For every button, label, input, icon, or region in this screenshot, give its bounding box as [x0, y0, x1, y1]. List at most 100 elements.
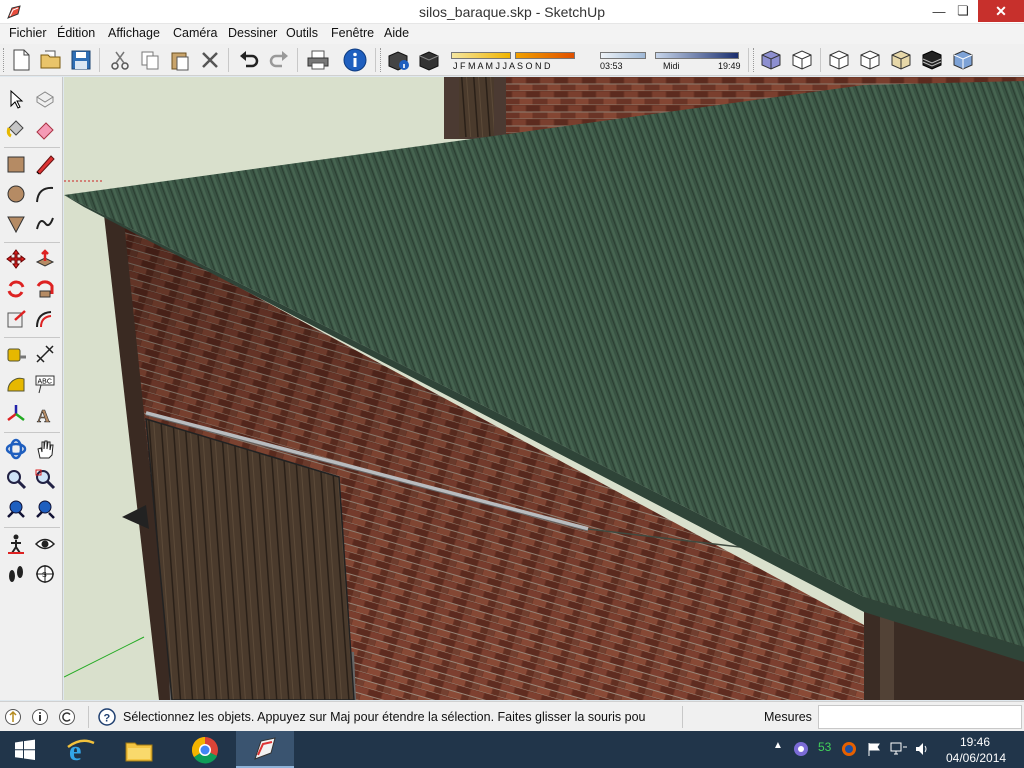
tray-app-icon[interactable]: [793, 741, 809, 757]
offset-icon[interactable]: [32, 306, 58, 332]
eraser-icon[interactable]: [32, 116, 58, 142]
status-message: Sélectionnez les objets. Appuyez sur Maj…: [123, 710, 646, 724]
tray-counter[interactable]: 53: [818, 740, 831, 754]
model-scene: [64, 77, 1024, 700]
polygon-icon[interactable]: [3, 211, 29, 237]
credits-icon[interactable]: [31, 708, 49, 726]
help-icon[interactable]: ?: [98, 708, 116, 726]
clock-date[interactable]: 04/06/2014: [946, 751, 1006, 765]
display-shadows-icon[interactable]: [416, 47, 442, 73]
copyright-icon[interactable]: [58, 708, 76, 726]
internet-explorer-taskbar[interactable]: e: [52, 731, 110, 768]
tape-measure-icon[interactable]: [3, 341, 29, 367]
right-view-icon[interactable]: [857, 47, 883, 73]
3d-text-icon[interactable]: A: [32, 401, 58, 427]
measures-label: Mesures: [764, 710, 812, 724]
axes-icon[interactable]: [3, 401, 29, 427]
follow-me-icon[interactable]: [32, 276, 58, 302]
clock-time[interactable]: 19:46: [960, 735, 990, 749]
svg-text:S: S: [42, 572, 47, 579]
tray-expand-icon[interactable]: ▲: [773, 740, 783, 751]
menu-outils[interactable]: Outils: [284, 26, 320, 40]
close-button[interactable]: ✕: [978, 0, 1024, 22]
file-explorer-taskbar[interactable]: [110, 731, 168, 768]
shadow-settings-icon[interactable]: [385, 47, 411, 73]
previous-view-icon[interactable]: [32, 496, 58, 522]
menu-fenetre[interactable]: Fenêtre: [329, 26, 376, 40]
walk-footprints-icon[interactable]: [3, 561, 29, 587]
text-tool-icon[interactable]: ABC: [32, 371, 58, 397]
tray-firefox-icon[interactable]: [841, 741, 857, 757]
internet-explorer-icon: e: [67, 736, 95, 765]
xray-style-icon[interactable]: [950, 47, 976, 73]
chrome-icon: [191, 736, 218, 763]
shadow-midday-label: Midi: [663, 61, 680, 71]
shadow-time-slider[interactable]: Midi 19:49: [655, 50, 743, 71]
restore-button[interactable]: ❏: [948, 0, 978, 22]
cut-icon[interactable]: [107, 47, 133, 73]
paste-icon[interactable]: [167, 47, 193, 73]
window-title: silos_baraque.skp - SketchUp: [419, 4, 605, 20]
menu-edition[interactable]: Édition: [55, 26, 97, 40]
pan-hand-icon[interactable]: [32, 436, 58, 462]
measures-input[interactable]: [818, 705, 1022, 729]
menu-fichier[interactable]: Fichier: [7, 26, 49, 40]
circle-icon[interactable]: [3, 181, 29, 207]
monochrome-style-icon[interactable]: [919, 47, 945, 73]
save-icon[interactable]: [68, 47, 94, 73]
3d-viewport[interactable]: [64, 77, 1024, 700]
erase-icon[interactable]: [197, 47, 223, 73]
zoom-window-icon[interactable]: [32, 466, 58, 492]
freehand-icon[interactable]: [32, 211, 58, 237]
look-around-eye-icon[interactable]: [32, 531, 58, 557]
chrome-taskbar[interactable]: [176, 731, 234, 768]
section-plane-icon[interactable]: S: [32, 561, 58, 587]
print-icon[interactable]: [305, 47, 331, 73]
svg-text:ABC: ABC: [38, 379, 52, 386]
move-icon[interactable]: [3, 246, 29, 272]
menu-aide[interactable]: Aide: [382, 26, 411, 40]
iso-view-icon[interactable]: [758, 47, 784, 73]
menu-affichage[interactable]: Affichage: [106, 26, 162, 40]
position-camera-icon[interactable]: [3, 531, 29, 557]
push-pull-icon[interactable]: [32, 246, 58, 272]
network-icon[interactable]: [890, 741, 908, 757]
orbit-icon[interactable]: [3, 436, 29, 462]
model-info-icon[interactable]: [342, 47, 368, 73]
dimension-icon[interactable]: [32, 341, 58, 367]
make-component-icon[interactable]: [32, 86, 58, 112]
title-bar: silos_baraque.skp - SketchUp — ❏ ✕: [0, 0, 1024, 24]
top-view-icon[interactable]: [789, 47, 815, 73]
rotate-icon[interactable]: [3, 276, 29, 302]
undo-icon[interactable]: [236, 47, 262, 73]
shadow-date-slider[interactable]: J F M A M J J A S O N D: [451, 50, 591, 71]
menu-camera[interactable]: Caméra: [171, 26, 219, 40]
action-center-flag-icon[interactable]: [866, 741, 882, 757]
arc-icon[interactable]: [32, 181, 58, 207]
new-file-icon[interactable]: [8, 47, 34, 73]
open-folder-icon[interactable]: [38, 47, 64, 73]
redo-icon[interactable]: [266, 47, 292, 73]
textured-style-icon[interactable]: [888, 47, 914, 73]
zoom-extents-icon[interactable]: [3, 496, 29, 522]
paint-bucket-icon[interactable]: [3, 116, 29, 142]
volume-icon[interactable]: [914, 741, 930, 757]
shadow-months-label: J F M A M J J A S O N D: [453, 61, 551, 71]
pencil-line-icon[interactable]: [32, 151, 58, 177]
geolocation-icon[interactable]: [4, 708, 22, 726]
rectangle-icon[interactable]: [3, 151, 29, 177]
toolbar-grip[interactable]: [3, 48, 6, 72]
protractor-icon[interactable]: [3, 371, 29, 397]
start-button[interactable]: [0, 731, 50, 768]
zoom-icon[interactable]: [3, 466, 29, 492]
shadow-sunset-label: 19:49: [718, 61, 741, 71]
copy-icon[interactable]: [137, 47, 163, 73]
front-view-icon[interactable]: [826, 47, 852, 73]
select-arrow-icon[interactable]: [3, 86, 29, 112]
scale-icon[interactable]: [3, 306, 29, 332]
sketchup-icon: [254, 736, 276, 760]
shadow-start-slider[interactable]: 03:53: [600, 50, 648, 71]
menu-dessiner[interactable]: Dessiner: [226, 26, 279, 40]
main-toolbar: J F M A M J J A S O N D 03:53 Midi 19:49: [0, 44, 1024, 76]
sketchup-taskbar[interactable]: [236, 731, 294, 768]
